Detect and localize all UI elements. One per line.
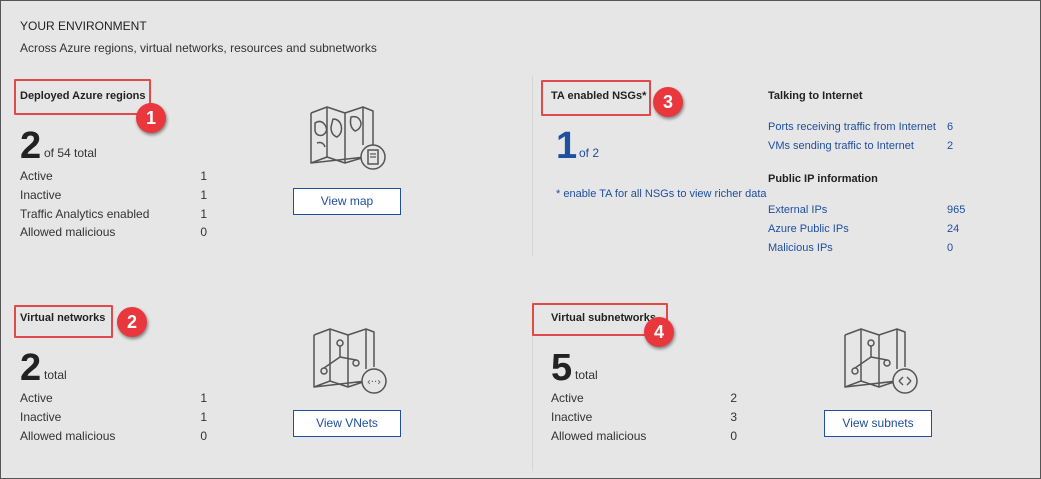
internet-row-label[interactable]: Ports receiving traffic from Internet — [768, 121, 936, 133]
callout-badge-3: 3 — [653, 87, 683, 117]
callout-badge-2: 2 — [117, 307, 147, 337]
regions-row-value: 1 — [200, 188, 207, 202]
nsgs-count-suffix: of 2 — [579, 146, 600, 160]
panel-subtitle: Across Azure regions, virtual networks, … — [20, 41, 377, 55]
environment-panel: YOUR ENVIRONMENT Across Azure regions, v… — [0, 0, 1041, 479]
vnets-row-value: 1 — [200, 391, 207, 405]
internet-row-value[interactable]: 2 — [947, 140, 953, 152]
subnets-title: Virtual subnetworks — [551, 312, 656, 324]
vnets-row-value: 1 — [200, 410, 207, 424]
svg-text:‹··›: ‹··› — [367, 377, 381, 388]
internet-row-value[interactable]: 6 — [947, 121, 953, 133]
internet-title: Talking to Internet — [768, 90, 863, 102]
subnets-row-value: 0 — [730, 429, 737, 443]
subnets-count-suffix: total — [575, 368, 598, 382]
public-ip-row-value[interactable]: 965 — [947, 204, 965, 216]
view-subnets-button[interactable]: View subnets — [824, 410, 932, 437]
regions-row-value: 1 — [200, 169, 207, 183]
public-ip-row-value[interactable]: 0 — [947, 242, 953, 254]
divider — [532, 76, 533, 256]
regions-row-label: Active — [20, 169, 53, 183]
subnets-row-value: 3 — [730, 410, 737, 424]
view-map-button[interactable]: View map — [293, 188, 401, 215]
network-map-icon: ‹··› — [313, 328, 387, 394]
regions-row-label: Allowed malicious — [20, 225, 116, 239]
panel-title: YOUR ENVIRONMENT — [20, 19, 147, 33]
regions-count: 2 — [20, 125, 42, 167]
vnets-count-suffix: total — [44, 368, 67, 382]
subnets-row-label: Allowed malicious — [551, 429, 647, 443]
regions-row-value: 0 — [200, 225, 207, 239]
map-document-icon — [310, 106, 386, 170]
public-ip-row-label[interactable]: External IPs — [768, 204, 827, 216]
view-vnets-button[interactable]: View VNets — [293, 410, 401, 437]
public-ip-row-value[interactable]: 24 — [947, 223, 959, 235]
public-ip-row-label[interactable]: Malicious IPs — [768, 242, 833, 254]
regions-row-label: Inactive — [20, 188, 62, 202]
subnets-row-label: Inactive — [551, 410, 593, 424]
subnet-map-icon — [844, 328, 918, 394]
vnets-title: Virtual networks — [20, 312, 106, 324]
vnets-row-label: Allowed malicious — [20, 429, 116, 443]
regions-count-suffix: of 54 total — [44, 146, 97, 160]
nsgs-title: TA enabled NSGs* — [551, 90, 647, 102]
subnets-row-label: Active — [551, 391, 584, 405]
vnets-row-label: Inactive — [20, 410, 62, 424]
vnets-row-label: Active — [20, 391, 53, 405]
nsgs-note: * enable TA for all NSGs to view richer … — [556, 188, 767, 200]
internet-row-label[interactable]: VMs sending traffic to Internet — [768, 140, 914, 152]
vnets-row-value: 0 — [200, 429, 207, 443]
public-ip-row-label[interactable]: Azure Public IPs — [768, 223, 849, 235]
callout-badge-1: 1 — [136, 103, 166, 133]
regions-row-label: Traffic Analytics enabled — [20, 207, 150, 221]
subnets-row-value: 2 — [730, 391, 737, 405]
regions-row-value: 1 — [200, 207, 207, 221]
nsgs-count: 1 — [556, 125, 578, 167]
public-ip-title: Public IP information — [768, 173, 878, 185]
regions-title: Deployed Azure regions — [20, 90, 146, 102]
callout-badge-4: 4 — [644, 317, 674, 347]
subnets-count: 5 — [551, 347, 573, 389]
vnets-count: 2 — [20, 347, 42, 389]
